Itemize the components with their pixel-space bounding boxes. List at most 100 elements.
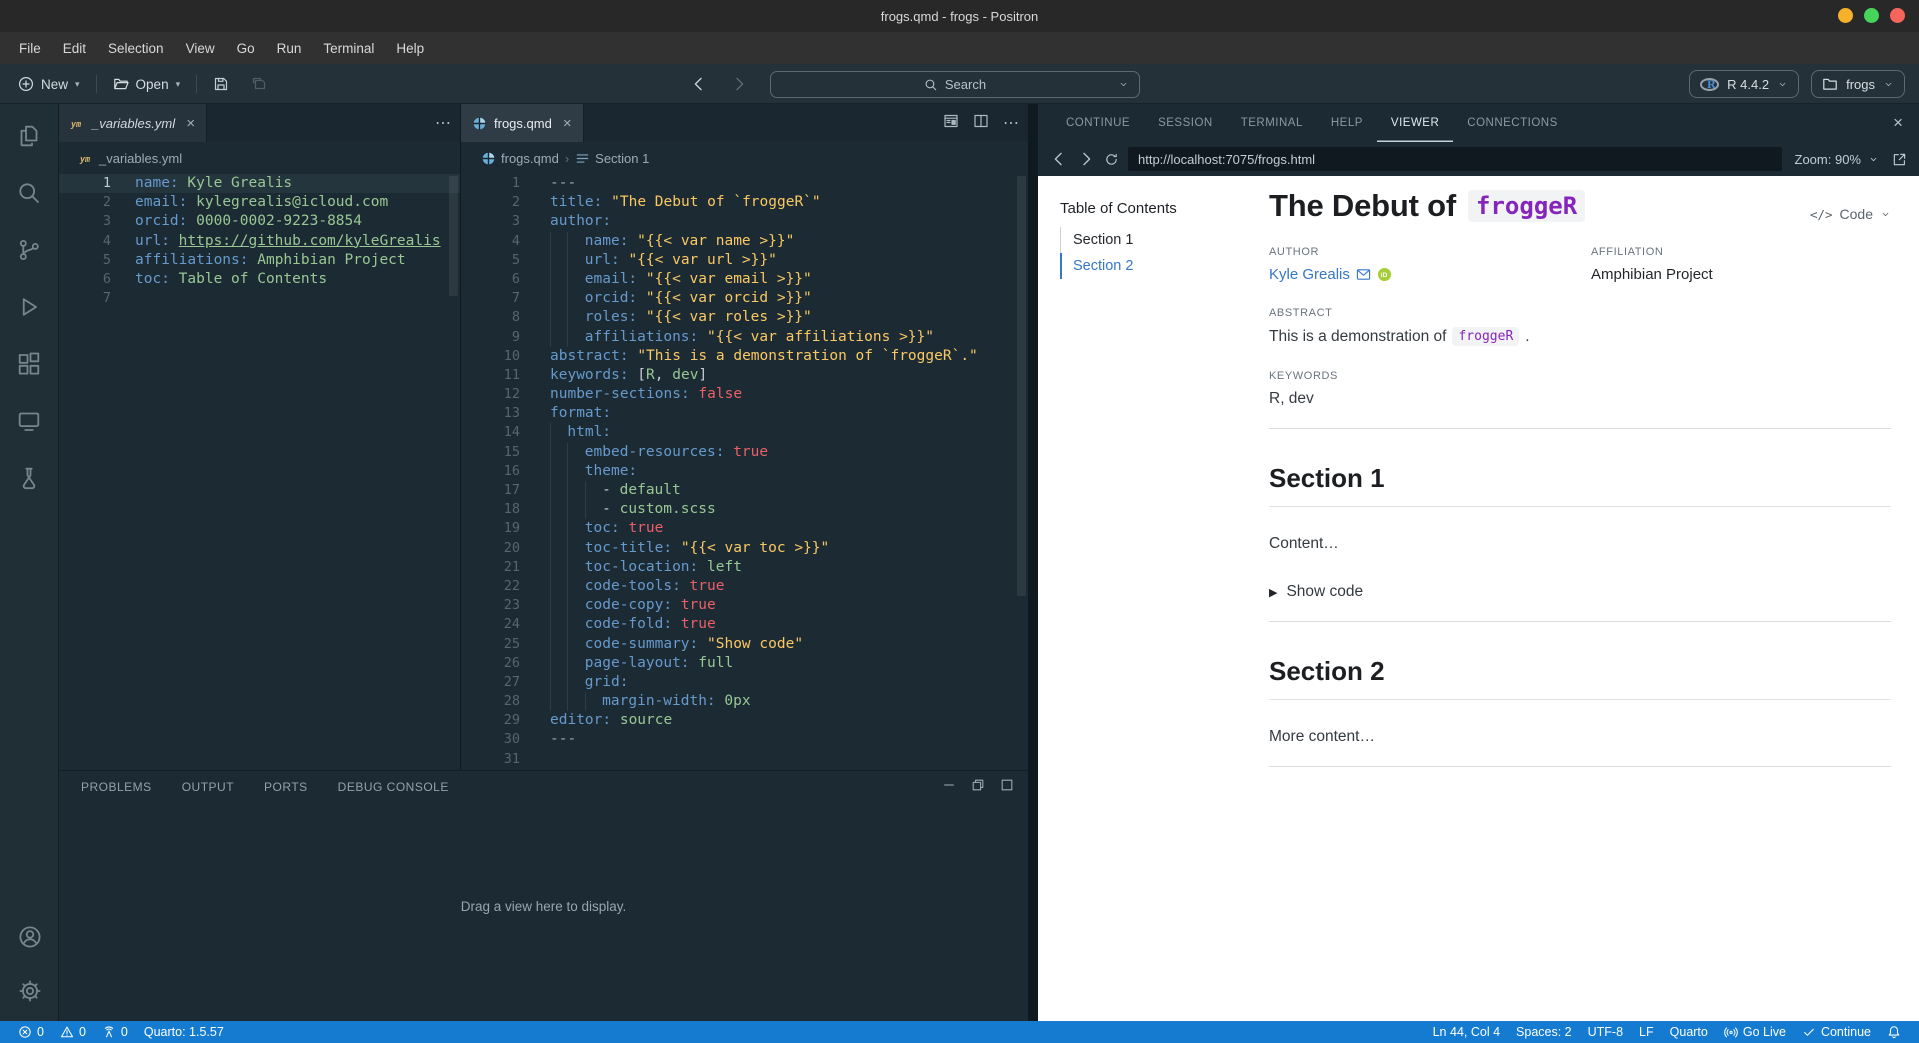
- open-external-icon[interactable]: [1892, 152, 1907, 167]
- panel-tab-help[interactable]: HELP: [1317, 104, 1377, 142]
- code-line[interactable]: 17- default: [461, 481, 1028, 501]
- menu-file[interactable]: File: [8, 36, 52, 61]
- save-all-button[interactable]: [245, 72, 273, 96]
- status-problems-warnings[interactable]: 0: [52, 1021, 94, 1043]
- scrollbar-thumb[interactable]: [449, 176, 458, 296]
- code-line[interactable]: 2 title: "The Debut of `froggeR`": [461, 193, 1028, 212]
- menu-run[interactable]: Run: [266, 36, 313, 61]
- activity-explorer-button[interactable]: [13, 120, 45, 152]
- menu-help[interactable]: Help: [385, 36, 435, 61]
- code-line[interactable]: 30 ---: [461, 730, 1028, 749]
- breadcrumb-item[interactable]: Section 1: [575, 151, 649, 166]
- status-cursor-position[interactable]: Ln 44, Col 4: [1425, 1021, 1508, 1043]
- project-selector[interactable]: frogs: [1811, 70, 1905, 98]
- menu-go[interactable]: Go: [226, 36, 266, 61]
- code-line[interactable]: 21 toc-location: left: [461, 557, 1028, 577]
- panel-close-icon[interactable]: ×: [1893, 104, 1903, 142]
- code-line[interactable]: 1 ---: [461, 174, 1028, 193]
- nav-forward-button[interactable]: [730, 75, 748, 93]
- more-icon[interactable]: ⋯: [435, 113, 452, 133]
- panel-tab-output[interactable]: OUTPUT: [182, 780, 234, 794]
- code-line[interactable]: 8 roles: "{{< var roles >}}": [461, 308, 1028, 328]
- tab-close-icon[interactable]: ×: [563, 115, 572, 132]
- code-line[interactable]: 10 abstract: "This is a demonstration of …: [461, 347, 1028, 366]
- preview-icon[interactable]: [943, 113, 959, 134]
- search-input[interactable]: Search: [770, 71, 1140, 98]
- scrollbar-thumb[interactable]: [1017, 176, 1026, 596]
- code-line[interactable]: 7: [59, 289, 460, 308]
- code-line[interactable]: 6 toc: Table of Contents: [59, 270, 460, 289]
- panel-tab-continue[interactable]: CONTINUE: [1052, 104, 1144, 142]
- panel-tab-terminal[interactable]: TERMINAL: [1227, 104, 1317, 142]
- code-line[interactable]: 1 name: Kyle Grealis: [59, 174, 460, 194]
- status-language-mode[interactable]: Quarto: [1662, 1021, 1716, 1043]
- mail-icon[interactable]: [1356, 267, 1371, 282]
- code-line[interactable]: 5 affiliations: Amphibian Project: [59, 251, 460, 270]
- code-line[interactable]: 16 theme:: [461, 461, 1028, 481]
- panel-restore-icon[interactable]: [971, 778, 985, 797]
- activity-testing-button[interactable]: [13, 462, 45, 494]
- code-line[interactable]: 27 grid:: [461, 672, 1028, 693]
- panel-tab-debug-console[interactable]: DEBUG CONSOLE: [338, 780, 449, 794]
- menu-selection[interactable]: Selection: [97, 36, 175, 61]
- code-line[interactable]: 12 number-sections: false: [461, 385, 1028, 404]
- author-link[interactable]: Kyle Grealis: [1269, 266, 1350, 283]
- panel-tab-connections[interactable]: CONNECTIONS: [1453, 104, 1571, 142]
- code-line[interactable]: 23 code-copy: true: [461, 596, 1028, 616]
- status-eol[interactable]: LF: [1631, 1021, 1662, 1043]
- split-editor-icon[interactable]: [973, 113, 989, 134]
- panel-maximize-icon[interactable]: [1000, 778, 1014, 797]
- new-button[interactable]: New ▾: [12, 72, 86, 96]
- code-line[interactable]: 31: [461, 750, 1028, 769]
- interpreter-selector[interactable]: R R 4.4.2: [1689, 70, 1800, 98]
- url-input[interactable]: [1128, 147, 1782, 171]
- save-button[interactable]: [207, 72, 235, 96]
- code-line[interactable]: 9 affiliations: "{{< var affiliations >}}…: [461, 327, 1028, 347]
- toc-item-section-2[interactable]: Section 2: [1060, 253, 1255, 279]
- breadcrumb-item[interactable]: frogs.qmd: [481, 151, 559, 166]
- activity-settings-button[interactable]: [14, 975, 46, 1007]
- status-problems-errors[interactable]: 0: [10, 1021, 52, 1043]
- menu-terminal[interactable]: Terminal: [312, 36, 385, 61]
- code-line[interactable]: 3 author:: [461, 212, 1028, 231]
- activity-source-control-button[interactable]: [13, 234, 45, 266]
- nav-back-button[interactable]: [690, 75, 708, 93]
- code-line[interactable]: 20 toc-title: "{{< var toc >}}": [461, 538, 1028, 558]
- code-line[interactable]: 22 code-tools: true: [461, 576, 1028, 597]
- activity-search-button[interactable]: [13, 177, 45, 209]
- status-indentation[interactable]: Spaces: 2: [1508, 1021, 1580, 1043]
- activity-account-button[interactable]: [14, 921, 46, 953]
- status-quarto-version[interactable]: Quarto: 1.5.57: [136, 1021, 232, 1043]
- activity-remote-button[interactable]: [13, 405, 45, 437]
- viewer-forward-button[interactable]: [1077, 150, 1095, 168]
- menu-edit[interactable]: Edit: [52, 36, 97, 61]
- more-icon[interactable]: ⋯: [1003, 113, 1020, 133]
- viewer-back-button[interactable]: [1050, 150, 1068, 168]
- close-button[interactable]: [1890, 8, 1905, 23]
- panel-tab-ports[interactable]: PORTS: [264, 780, 308, 794]
- code-line[interactable]: 13 format:: [461, 404, 1028, 423]
- code-line[interactable]: 2 email: kylegrealis@icloud.com: [59, 193, 460, 212]
- code-line[interactable]: 14 html:: [461, 423, 1028, 443]
- panel-tab-problems[interactable]: PROBLEMS: [81, 780, 152, 794]
- code-line[interactable]: 29 editor: source: [461, 711, 1028, 730]
- code-line[interactable]: 6 email: "{{< var email >}}": [461, 269, 1028, 290]
- code-line[interactable]: 26 page-layout: full: [461, 653, 1028, 673]
- code-line[interactable]: 18- custom.scss: [461, 500, 1028, 520]
- minimize-button[interactable]: [1838, 8, 1853, 23]
- code-line[interactable]: 15 embed-resources: true: [461, 442, 1028, 462]
- tab--variables-yml[interactable]: ym _variables.yml ×: [59, 104, 207, 142]
- reload-icon[interactable]: [1104, 152, 1119, 167]
- code-line[interactable]: 5 url: "{{< var url >}}": [461, 250, 1028, 270]
- code-line[interactable]: 19 toc: true: [461, 519, 1028, 539]
- activity-run-debug-button[interactable]: [13, 291, 45, 323]
- code-line[interactable]: 7 orcid: "{{< var orcid >}}": [461, 289, 1028, 309]
- tab-frogs-qmd[interactable]: frogs.qmd ×: [461, 104, 584, 142]
- code-line[interactable]: 25 code-summary: "Show code": [461, 634, 1028, 654]
- viewer-zoom-selector[interactable]: Zoom: 90%: [1791, 152, 1883, 167]
- status-ports-forwarded[interactable]: 0: [94, 1021, 136, 1043]
- panel-tab-viewer[interactable]: VIEWER: [1377, 104, 1453, 142]
- panel-divider[interactable]: [1028, 104, 1038, 1021]
- code-line[interactable]: 11 keywords: [R, dev]: [461, 366, 1028, 385]
- status-go-live[interactable]: Go Live: [1716, 1021, 1794, 1043]
